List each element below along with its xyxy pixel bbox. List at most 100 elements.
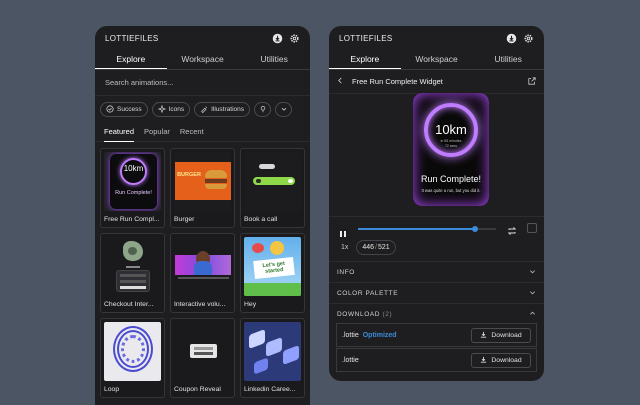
external-link-icon[interactable] [528, 76, 536, 87]
thumb-value: 10km [123, 164, 144, 173]
sparkle-icon [157, 104, 166, 115]
pause-icon[interactable] [339, 225, 347, 243]
tab-workspace[interactable]: Workspace [401, 50, 473, 69]
gear-icon[interactable] [289, 33, 300, 44]
animation-card[interactable]: Checkout Inter... [100, 233, 165, 313]
card-label: Hey [244, 301, 257, 308]
animation-preview: 10km in 55 minutes 72 secs Run Complete!… [413, 93, 489, 206]
main-tabs: Explore Workspace Utilities [95, 50, 310, 70]
widget-value: 10km [435, 122, 467, 137]
download-button[interactable]: Download [471, 327, 531, 343]
chevron-down-icon [529, 268, 536, 277]
loop-icon[interactable] [507, 223, 517, 241]
chip-icons[interactable]: Icons [151, 102, 191, 117]
chip-expand[interactable] [275, 102, 292, 117]
download-icon [480, 356, 487, 365]
chip-success[interactable]: Success [100, 102, 148, 117]
subtab-recent[interactable]: Recent [180, 122, 204, 142]
chip-more[interactable] [254, 102, 271, 117]
section-label: DOWNLOAD [337, 310, 381, 318]
widget-heading: Run Complete! [420, 174, 482, 184]
section-label: INFO [337, 268, 355, 276]
download-label: Download [491, 331, 522, 339]
section-color-palette[interactable]: COLOR PALETTE [329, 282, 544, 303]
thumb-text: BURGER [177, 172, 201, 178]
main-tabs: Explore Workspace Utilities [329, 50, 544, 70]
chip-label: Success [117, 106, 142, 113]
chevron-left-icon[interactable] [337, 77, 344, 86]
progress-fill [358, 228, 476, 230]
chevron-down-icon [280, 105, 288, 115]
tab-workspace[interactable]: Workspace [167, 50, 239, 69]
download-button[interactable]: Download [471, 352, 531, 368]
animation-title: Free Run Complete Widget [352, 77, 443, 86]
app-title: LOTTIEFILES [339, 33, 393, 43]
left-plugin-panel: LOTTIEFILES Explore Workspace Utilities … [95, 26, 310, 405]
subtab-popular[interactable]: Popular [144, 122, 170, 142]
search-input[interactable]: Search animations... [95, 70, 310, 96]
thumbnail-run-widget: 10km Run Complete! [104, 152, 161, 211]
animation-card[interactable]: Let's get started Hey [240, 233, 305, 313]
breadcrumb: Free Run Complete Widget [329, 70, 544, 94]
chip-illustrations[interactable]: Illustrations [194, 102, 250, 117]
tab-utilities[interactable]: Utilities [238, 50, 310, 69]
thumbnail-loop [104, 322, 161, 381]
animation-card[interactable]: Coupon Reveal [170, 318, 235, 398]
tab-explore[interactable]: Explore [95, 50, 167, 69]
download-label: Download [491, 356, 522, 364]
chip-label: Icons [168, 106, 185, 113]
download-circle-icon[interactable] [506, 33, 517, 44]
thumbnail-linkedin [244, 322, 301, 381]
tab-explore[interactable]: Explore [329, 50, 401, 69]
thumbnail-coupon [174, 322, 231, 381]
right-header: LOTTIEFILES [329, 26, 544, 50]
card-label: Interactive volu... [174, 301, 226, 308]
thumbnail-book-call [244, 152, 301, 211]
progress-track[interactable] [358, 226, 496, 232]
animation-card[interactable]: Book a call [240, 148, 305, 228]
section-download[interactable]: DOWNLOAD (2) [329, 303, 544, 324]
card-label: Coupon Reveal [174, 386, 221, 393]
card-label: Free Run Compl... [104, 216, 160, 223]
left-header: LOTTIEFILES [95, 26, 310, 50]
brush-icon [200, 105, 208, 115]
widget-message: It was quite a run, but you did it. [421, 188, 481, 193]
animation-card[interactable]: 10km Run Complete! Free Run Compl... [100, 148, 165, 228]
thumbnail-checkout [104, 237, 161, 296]
download-icon [480, 331, 487, 340]
card-label: Linkedin Caree... [244, 386, 296, 393]
speed-label[interactable]: 1x [341, 244, 348, 251]
animation-card[interactable]: Linkedin Caree... [240, 318, 305, 398]
thumb-caption: Run Complete! [115, 190, 152, 196]
frame-total: 521 [377, 244, 390, 251]
optimized-badge: Optimized [362, 331, 397, 339]
chevron-up-icon [529, 310, 536, 319]
card-label: Burger [174, 216, 195, 223]
subtab-featured[interactable]: Featured [104, 122, 135, 142]
download-row: .lottie Download [336, 348, 537, 372]
thumbnail-burger: BURGER [174, 152, 231, 211]
thumbnail-hey: Let's get started [244, 237, 301, 296]
animation-card[interactable]: Interactive volu... [170, 233, 235, 313]
filter-chips: Success Icons Illustrations [95, 96, 310, 120]
sort-tabs: Featured Popular Recent [95, 122, 310, 142]
chevron-down-icon [529, 289, 536, 298]
frame-current: 446 [362, 244, 375, 251]
app-title: LOTTIEFILES [105, 33, 159, 43]
card-label: Book a call [244, 216, 278, 223]
background-toggle[interactable] [527, 223, 537, 233]
tab-utilities[interactable]: Utilities [472, 50, 544, 69]
chip-label: Illustrations [211, 106, 244, 113]
card-label: Checkout Inter... [104, 301, 154, 308]
file-format: .lottie [342, 331, 359, 339]
animation-card[interactable]: Loop [100, 318, 165, 398]
section-info[interactable]: INFO [329, 261, 544, 282]
widget-sub-secs: 72 secs [444, 144, 458, 148]
gear-icon[interactable] [523, 33, 534, 44]
animation-card[interactable]: BURGER Burger [170, 148, 235, 228]
progress-handle[interactable] [472, 226, 479, 232]
right-plugin-panel: LOTTIEFILES Explore Workspace Utilities … [329, 26, 544, 381]
frame-counter[interactable]: 446/521 [356, 240, 396, 255]
download-circle-icon[interactable] [272, 33, 283, 44]
thumbnail-volume [174, 237, 231, 296]
